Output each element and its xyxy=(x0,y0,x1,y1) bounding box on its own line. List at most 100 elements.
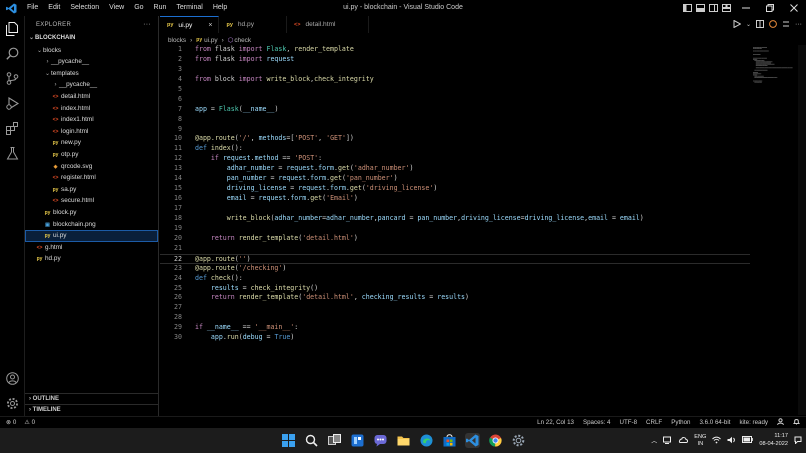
code-line[interactable]: 13 adhar_number = request.form.get('adha… xyxy=(160,164,750,174)
code-line[interactable]: 30 app.run(debug = True) xyxy=(160,333,750,343)
code-line[interactable]: 28 xyxy=(160,313,750,323)
code-line[interactable]: 21 xyxy=(160,244,750,254)
wifi-icon[interactable] xyxy=(712,436,722,446)
python-interpreter[interactable]: 3.6.0 64-bit xyxy=(699,419,730,426)
tab-ui-py[interactable]: py ui.py × xyxy=(160,16,220,33)
settings-gear-icon[interactable] xyxy=(511,433,526,448)
code-line[interactable]: 27 xyxy=(160,303,750,313)
breadcrumb-file[interactable]: ui.py xyxy=(204,37,218,44)
breadcrumb-symbol[interactable]: check xyxy=(234,37,251,44)
search-icon[interactable] xyxy=(5,46,20,61)
notifications-bell-icon[interactable] xyxy=(793,418,800,427)
indentation[interactable]: Spaces: 4 xyxy=(583,419,611,426)
code-line[interactable]: 11 def index(): xyxy=(160,144,750,154)
tree-file[interactable]: py ui.py xyxy=(25,230,158,242)
account-icon[interactable] xyxy=(5,371,20,386)
code-line[interactable]: 1 from flask import Flask, render_templat… xyxy=(160,45,750,55)
tree-file[interactable]: <> g.html xyxy=(25,242,158,254)
menu-selection[interactable]: Selection xyxy=(65,0,104,16)
code-line[interactable]: 15 driving_license = request.form.get('d… xyxy=(160,184,750,194)
file-explorer-icon[interactable] xyxy=(396,433,411,448)
more-editor-actions-icon[interactable]: ··· xyxy=(795,21,802,28)
tree-folder[interactable]: ⌄templates xyxy=(25,68,158,80)
battery-icon[interactable] xyxy=(742,436,754,445)
tab-detail-html[interactable]: <> detail.html xyxy=(287,16,369,33)
code-line[interactable]: 22 @app.route('') xyxy=(160,253,750,264)
code-line[interactable]: 9 xyxy=(160,125,750,135)
tree-file[interactable]: ◈ qrcode.svg xyxy=(25,161,158,173)
tree-file[interactable]: <> login.html xyxy=(25,126,158,138)
code-line[interactable]: 5 xyxy=(160,85,750,95)
manage-gear-icon[interactable] xyxy=(5,396,20,411)
code-line[interactable]: 3 xyxy=(160,65,750,75)
tree-file[interactable]: py hd.py xyxy=(25,253,158,265)
tree-file[interactable]: <> index.html xyxy=(25,103,158,115)
tree-file[interactable]: py new.py xyxy=(25,137,158,149)
tree-root-blockchain[interactable]: ⌄BLOCKCHAIN xyxy=(25,33,158,45)
minimap[interactable] xyxy=(752,45,798,85)
problems-errors[interactable]: ⊗ 0 xyxy=(6,419,16,426)
tree-file[interactable]: <> secure.html xyxy=(25,195,158,207)
compare-icon[interactable] xyxy=(782,20,790,30)
edge-browser-icon[interactable] xyxy=(419,433,434,448)
code-line[interactable]: 19 xyxy=(160,224,750,234)
chrome-icon[interactable] xyxy=(488,433,503,448)
tree-file[interactable]: <> register.html xyxy=(25,172,158,184)
tree-file[interactable]: <> index1.html xyxy=(25,114,158,126)
notification-center-icon[interactable] xyxy=(794,436,802,446)
onedrive-cloud-icon[interactable] xyxy=(678,436,689,445)
code-line[interactable]: 16 email = request.form.get('Email') xyxy=(160,194,750,204)
accounts-status-icon[interactable] xyxy=(777,418,784,427)
tree-folder[interactable]: › __pycache__ xyxy=(25,56,158,68)
code-line[interactable]: 7 app = Flask(__name__) xyxy=(160,105,750,115)
breadcrumb-folder[interactable]: blocks xyxy=(168,37,186,44)
kite-icon[interactable] xyxy=(769,19,777,30)
taskbar-search-icon[interactable] xyxy=(304,433,319,448)
tab-hd-py[interactable]: py hd.py xyxy=(219,16,288,33)
editor-scrollbar[interactable] xyxy=(798,45,806,415)
menu-help[interactable]: Help xyxy=(208,0,232,16)
tree-file[interactable]: <> detail.html xyxy=(25,91,158,103)
line-ending[interactable]: CRLF xyxy=(646,419,662,426)
code-line[interactable]: 23 @app.route('/checking') xyxy=(160,264,750,274)
menu-view[interactable]: View xyxy=(104,0,129,16)
task-view-icon[interactable] xyxy=(327,433,342,448)
run-options-chevron-icon[interactable]: ⌄ xyxy=(746,21,751,28)
split-editor-icon[interactable] xyxy=(756,19,764,30)
customize-layout-icon[interactable] xyxy=(721,4,731,13)
restore-button[interactable] xyxy=(758,0,782,16)
language-mode[interactable]: Python xyxy=(671,419,690,426)
input-language[interactable]: ENG IN xyxy=(694,434,706,448)
teams-chat-icon[interactable] xyxy=(373,433,388,448)
tree-folder[interactable]: › __pycache__ xyxy=(25,79,158,91)
tree-file[interactable]: py sa.py xyxy=(25,184,158,196)
toggle-secondary-sidebar-icon[interactable] xyxy=(708,4,718,13)
code-line[interactable]: 8 xyxy=(160,115,750,125)
menu-go[interactable]: Go xyxy=(129,0,148,16)
code-line[interactable]: 2 from flask import request xyxy=(160,55,750,65)
code-line[interactable]: 26 return render_template('detail.html',… xyxy=(160,293,750,303)
cursor-position[interactable]: Ln 22, Col 13 xyxy=(537,419,574,426)
code-line[interactable]: 4 from block import write_block,check_int… xyxy=(160,75,750,85)
outline-section[interactable]: › OUTLINE xyxy=(25,393,159,404)
show-hidden-icons-chevron-icon[interactable]: ︿ xyxy=(651,436,657,445)
code-line[interactable]: 12 if request.method == 'POST': xyxy=(160,154,750,164)
tree-folder[interactable]: ⌄blocks xyxy=(25,45,158,57)
menu-run[interactable]: Run xyxy=(149,0,172,16)
tree-file[interactable]: ▣ blockchain.png xyxy=(25,219,158,231)
menu-file[interactable]: File xyxy=(22,0,43,16)
network-icon[interactable] xyxy=(663,436,672,446)
toggle-sidebar-icon[interactable] xyxy=(682,4,692,13)
source-control-icon[interactable] xyxy=(5,71,20,86)
tree-file[interactable]: py otp.py xyxy=(25,149,158,161)
file-encoding[interactable]: UTF-8 xyxy=(620,419,638,426)
close-tab-icon[interactable]: × xyxy=(208,22,212,29)
kite-status[interactable]: kite: ready xyxy=(739,419,768,426)
code-line[interactable]: 17 xyxy=(160,204,750,214)
run-debug-icon[interactable] xyxy=(5,96,20,111)
code-line[interactable]: 25 results = check_integrity() xyxy=(160,284,750,294)
close-window-button[interactable] xyxy=(782,0,806,16)
code-line[interactable]: 10 @app.route('/', methods=['POST', 'GET'… xyxy=(160,134,750,144)
code-editor[interactable]: 1 from flask import Flask, render_templat… xyxy=(160,45,750,415)
clock[interactable]: 11:17 08-04-2022 xyxy=(759,433,788,448)
